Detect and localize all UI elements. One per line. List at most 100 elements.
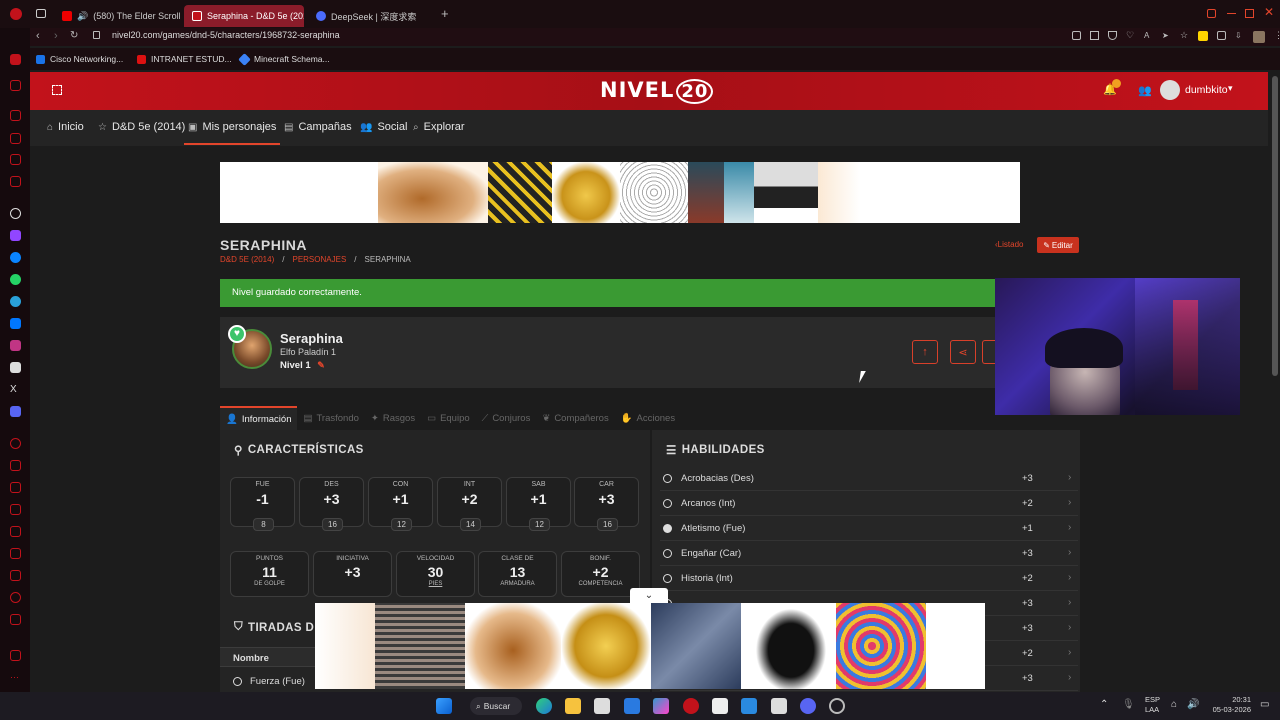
instagram-icon[interactable] — [10, 340, 21, 351]
heart-icon[interactable]: ♡ — [1126, 31, 1135, 40]
sidebar-app-icon[interactable] — [10, 570, 21, 581]
nav-dnd[interactable]: ☆ D&D 5e (2014) — [98, 121, 185, 133]
browser-tab-deepseek[interactable]: DeepSeek | 深度求索 — [308, 5, 434, 27]
nav-social[interactable]: 👥 Social — [360, 121, 407, 133]
tab-equipo[interactable]: ▭ Equipo — [421, 406, 476, 430]
language-indicator[interactable]: ESP LAA — [1145, 695, 1160, 715]
tiktok-icon[interactable] — [10, 362, 21, 373]
listado-link[interactable]: ‹Listado — [995, 240, 1023, 249]
ad-image-book[interactable] — [724, 162, 754, 223]
sidebar-app-icon[interactable] — [10, 526, 21, 537]
sidebar-more-icon[interactable]: ⋯ — [10, 672, 21, 683]
minimize-icon[interactable] — [1207, 9, 1216, 18]
sidebar-app-icon[interactable] — [10, 592, 21, 603]
sidebar-app-icon[interactable] — [10, 548, 21, 559]
chevron-down-icon[interactable]: ▾ — [1228, 83, 1233, 94]
discord-icon[interactable] — [10, 406, 21, 417]
url-field[interactable]: nivel20.com/games/dnd-5/characters/19687… — [112, 30, 340, 40]
ad-image-painting[interactable] — [836, 603, 926, 689]
stat-car[interactable]: CAR +3 16 — [574, 477, 639, 531]
opera-gx-icon[interactable] — [683, 698, 699, 714]
send-icon[interactable]: ➤ — [1162, 31, 1171, 40]
ad-collapse-button[interactable]: ⌄ — [630, 588, 668, 603]
sidebar-app-icon[interactable] — [10, 460, 21, 471]
messenger-icon[interactable] — [10, 252, 21, 263]
twitch-icon[interactable] — [10, 230, 21, 241]
sidebar-app-icon[interactable] — [10, 614, 21, 625]
ad-image-coloring[interactable] — [620, 162, 688, 223]
edit-level-icon[interactable]: ✎ — [317, 360, 325, 370]
tab-informacion[interactable]: 👤 Información — [220, 406, 298, 430]
breadcrumb-link[interactable]: PERSONAJES — [292, 255, 346, 264]
speed-box[interactable]: VELOCIDAD 30 PIES — [396, 551, 475, 597]
scrollbar-thumb[interactable] — [1272, 76, 1278, 376]
tab-conjuros[interactable]: ⟋ Conjuros — [476, 406, 537, 430]
edge-icon[interactable] — [536, 698, 552, 714]
nav-campanas[interactable]: ▤ Campañas — [284, 121, 352, 133]
sidebar-app-icon[interactable] — [10, 110, 21, 121]
translate-icon[interactable]: A — [1144, 31, 1153, 40]
network-icon[interactable]: ⌂ — [1171, 699, 1177, 710]
document-icon[interactable] — [712, 698, 728, 714]
tab-overview-icon[interactable] — [36, 9, 46, 18]
tab-acciones[interactable]: ✋ Acciones — [615, 406, 681, 430]
new-tab-plus-icon[interactable]: + — [441, 6, 449, 21]
browser-tab-youtube[interactable]: 🔊 (580) The Elder Scroll — [54, 5, 180, 27]
close-icon[interactable]: ✕ — [1264, 5, 1274, 19]
nav-explorar[interactable]: ⌕ Explorar — [413, 121, 465, 133]
skill-row[interactable]: Acrobacias (Des) +3 › — [660, 466, 1078, 491]
sidebar-app-icon[interactable] — [10, 133, 21, 144]
ad-image-keyboard[interactable] — [488, 162, 552, 223]
breadcrumb-link[interactable]: D&D 5E (2014) — [220, 255, 274, 264]
proficiency-box[interactable]: BONIF. +2 COMPETENCIA — [561, 551, 640, 597]
sidebar-app-icon[interactable] — [10, 154, 21, 165]
ad-image-cups[interactable] — [378, 162, 488, 223]
extension-badge-icon[interactable] — [1198, 31, 1208, 41]
volume-icon[interactable]: 🔊 — [1187, 699, 1199, 710]
skill-row[interactable]: Historia (Int) +2 › — [660, 566, 1078, 591]
sidebar-app-icon[interactable] — [10, 482, 21, 493]
pin-icon[interactable] — [1072, 31, 1081, 40]
maximize-icon[interactable] — [1227, 13, 1236, 14]
telegram-icon[interactable] — [10, 296, 21, 307]
username[interactable]: dumbkito — [1185, 84, 1228, 96]
notification-center-icon[interactable]: ▭ — [1260, 699, 1269, 710]
download-icon[interactable]: ⇩ — [1235, 31, 1244, 40]
user-avatar[interactable] — [1160, 80, 1180, 100]
editar-button[interactable]: ✎ Editar — [1037, 237, 1079, 253]
taskbar-search[interactable]: ⌕ Buscar — [470, 697, 522, 715]
level-up-button[interactable]: ↑ — [912, 340, 938, 364]
ad-image-bowls[interactable] — [561, 603, 651, 689]
stat-fue[interactable]: FUE -1 8 — [230, 477, 295, 531]
puzzle-icon[interactable] — [1217, 31, 1226, 40]
browser-logo-icon[interactable] — [10, 8, 22, 20]
x-icon[interactable]: X — [10, 384, 21, 395]
chevron-up-icon[interactable]: ⌃ — [1100, 699, 1108, 710]
ad-image-spoons[interactable] — [651, 603, 741, 689]
reload-icon[interactable]: ↻ — [70, 30, 78, 41]
bookmark-page-icon[interactable] — [1090, 31, 1099, 40]
ad-banner-bottom[interactable] — [315, 603, 985, 689]
sidebar-app-icon[interactable] — [10, 504, 21, 515]
vk-icon[interactable] — [10, 318, 21, 329]
tab-trasfondo[interactable]: ▤ Trasfondo — [297, 406, 364, 430]
armor-class-box[interactable]: CLASE DE 13 ARMADURA — [478, 551, 557, 597]
browser-menu-icon[interactable]: ⋮ — [1274, 31, 1280, 40]
clock[interactable]: 20:31 05-03-2026 — [1209, 695, 1251, 715]
hit-points-box[interactable]: PUNTOS 11 DE GOLPE — [230, 551, 309, 597]
discord-icon[interactable] — [800, 698, 816, 714]
ad-image-poster[interactable] — [688, 162, 724, 223]
skill-row[interactable]: Engañar (Car) +3 › — [660, 541, 1078, 566]
profile-avatar-icon[interactable] — [1253, 31, 1265, 43]
app-icon[interactable] — [653, 698, 669, 714]
ad-image-cups[interactable] — [465, 603, 561, 689]
microphone-icon[interactable]: 🎙 — [1122, 699, 1135, 710]
ad-image-desk[interactable] — [754, 162, 818, 223]
ad-image-bowls[interactable] — [552, 162, 620, 223]
chatgpt-icon[interactable] — [10, 208, 21, 219]
back-icon[interactable]: ‹ — [36, 30, 40, 42]
mail-icon[interactable] — [624, 698, 640, 714]
stat-sab[interactable]: SAB +1 12 — [506, 477, 571, 531]
friends-icon[interactable]: 👥 — [1138, 84, 1152, 97]
tab-companeros[interactable]: ❦ Compañeros — [536, 406, 614, 430]
